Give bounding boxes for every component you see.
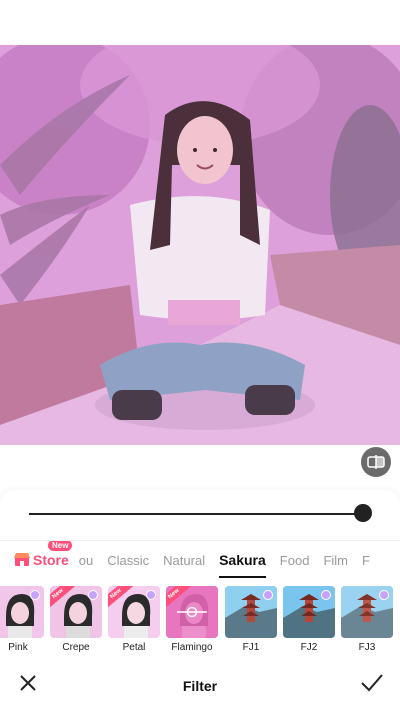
tab-ou[interactable]: ou: [79, 553, 93, 568]
store-icon: [14, 553, 30, 566]
close-button[interactable]: [18, 673, 38, 693]
filter-label: Pink: [8, 642, 28, 652]
filter-item-fj3[interactable]: FJ3: [341, 586, 393, 652]
slider-knob[interactable]: [354, 504, 372, 522]
tab-sakura[interactable]: Sakura: [219, 552, 266, 578]
bottom-bar: Filter: [0, 660, 400, 711]
compare-button[interactable]: [361, 447, 391, 477]
new-badge: New: [48, 541, 73, 551]
filter-strip: Pink New Crepe New Petal New Flamingo FJ…: [0, 586, 400, 652]
filter-item-fj1[interactable]: FJ1: [225, 586, 277, 652]
filter-label: Petal: [122, 642, 146, 652]
premium-icon: [321, 590, 331, 600]
filter-item-flamingo[interactable]: New Flamingo: [166, 586, 218, 652]
filter-thumbnail-selected[interactable]: New: [166, 586, 218, 638]
tab-food[interactable]: Food: [280, 553, 310, 568]
category-tabs: Store New ou Classic Natural Sakura Food…: [0, 540, 400, 579]
tab-classic[interactable]: Classic: [107, 553, 149, 568]
apply-button[interactable]: [360, 672, 384, 694]
photo-illustration: [0, 45, 400, 445]
tab-f[interactable]: F: [362, 553, 370, 568]
store-tab[interactable]: Store New: [0, 541, 73, 568]
filter-thumbnail[interactable]: [341, 586, 393, 638]
premium-icon: [88, 590, 98, 600]
filter-label: FJ2: [300, 642, 318, 652]
filter-thumbnail[interactable]: [283, 586, 335, 638]
intensity-slider[interactable]: [29, 504, 372, 522]
check-icon: [361, 674, 383, 692]
filter-label: FJ1: [242, 642, 260, 652]
filter-item-pink[interactable]: Pink: [0, 586, 44, 652]
tab-natural[interactable]: Natural: [163, 553, 205, 568]
slider-adjust-icon: [177, 606, 207, 618]
filter-thumbnail[interactable]: New: [50, 586, 102, 638]
filter-label: Crepe: [62, 642, 90, 652]
filter-label: FJ3: [358, 642, 376, 652]
filter-panel: Store New ou Classic Natural Sakura Food…: [0, 490, 400, 711]
filter-item-petal[interactable]: New Petal: [108, 586, 160, 652]
filter-item-fj2[interactable]: FJ2: [283, 586, 335, 652]
filter-thumbnail[interactable]: [0, 586, 44, 638]
premium-icon: [146, 590, 156, 600]
premium-icon: [379, 590, 389, 600]
filter-item-crepe[interactable]: New Crepe: [50, 586, 102, 652]
tab-film[interactable]: Film: [323, 553, 348, 568]
edited-photo: [0, 45, 400, 445]
close-icon: [20, 675, 36, 691]
premium-icon: [263, 590, 273, 600]
slider-track[interactable]: [29, 513, 363, 515]
filter-thumbnail[interactable]: [225, 586, 277, 638]
premium-icon: [30, 590, 40, 600]
filter-thumbnail[interactable]: New: [108, 586, 160, 638]
compare-icon: [367, 455, 385, 469]
store-label: Store: [33, 552, 69, 568]
filter-label: Flamingo: [171, 642, 213, 652]
photo-area: [0, 0, 400, 490]
panel-title: Filter: [182, 677, 218, 694]
